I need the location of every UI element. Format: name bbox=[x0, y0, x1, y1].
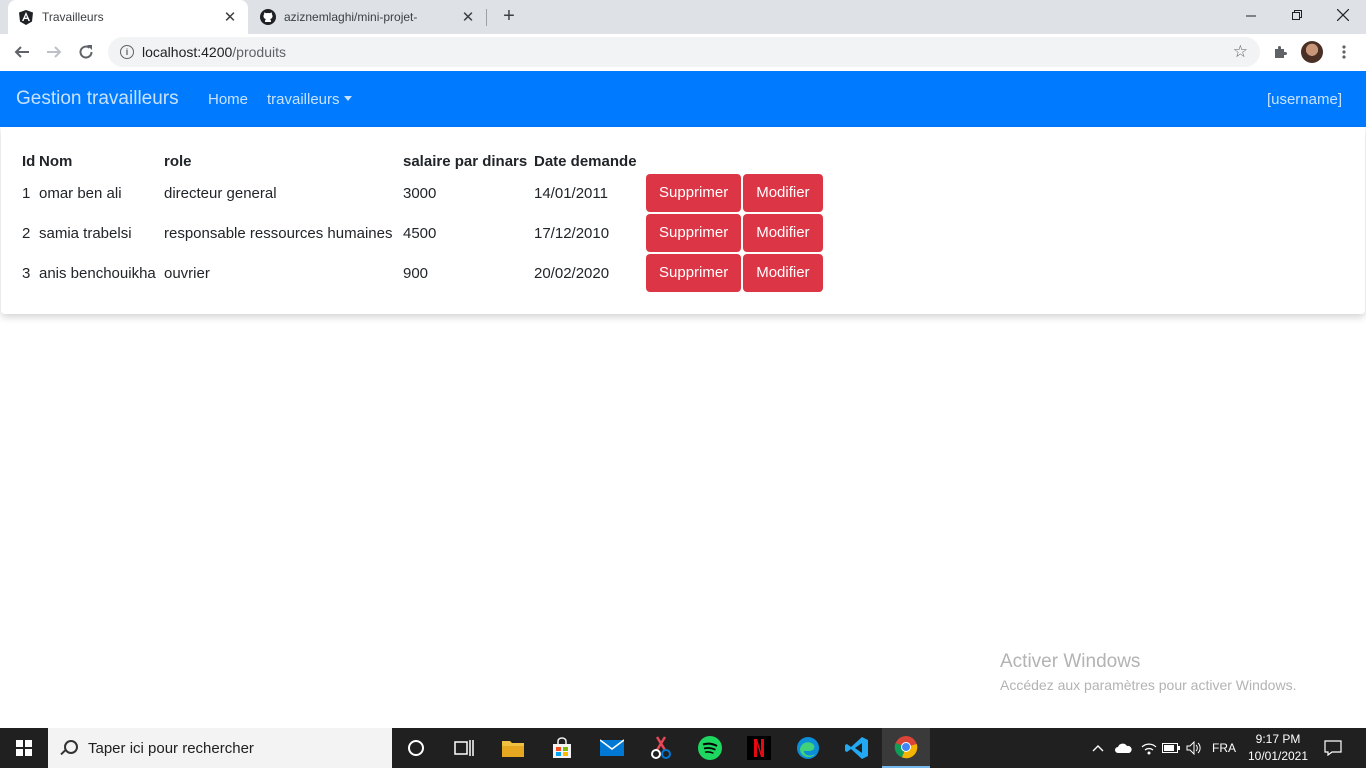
cell-date: 17/12/2010 bbox=[534, 224, 610, 242]
show-hidden-icons-icon[interactable] bbox=[1088, 728, 1108, 768]
close-tab-icon[interactable]: ✕ bbox=[460, 9, 476, 26]
cell-role: ouvrier bbox=[164, 264, 210, 282]
table-header-row: Id Nom role salaire par dinars Date dema… bbox=[22, 149, 825, 173]
search-icon bbox=[60, 740, 78, 756]
chrome-icon[interactable] bbox=[882, 728, 930, 768]
site-info-icon[interactable]: i bbox=[120, 45, 134, 59]
navbar-brand[interactable]: Gestion travailleurs bbox=[16, 88, 179, 110]
forward-icon[interactable] bbox=[40, 38, 68, 66]
snipping-tool-icon[interactable] bbox=[637, 728, 685, 768]
browser-toolbar: i localhost:4200/produits ☆ bbox=[0, 34, 1366, 71]
vscode-icon[interactable] bbox=[833, 728, 881, 768]
url-text: localhost:4200/produits bbox=[142, 44, 286, 60]
clock-date: 10/01/2021 bbox=[1247, 749, 1309, 763]
cell-role: responsable ressources humaines bbox=[164, 224, 393, 242]
restore-icon[interactable] bbox=[1274, 0, 1320, 30]
address-bar[interactable]: i localhost:4200/produits ☆ bbox=[108, 37, 1260, 67]
workers-table: Id Nom role salaire par dinars Date dema… bbox=[22, 149, 825, 293]
cell-date: 20/02/2020 bbox=[534, 264, 610, 282]
workers-card: Id Nom role salaire par dinars Date dema… bbox=[1, 127, 1365, 314]
cell-date: 14/01/2011 bbox=[534, 184, 608, 202]
cell-salaire: 3000 bbox=[403, 184, 437, 202]
onedrive-icon[interactable] bbox=[1112, 728, 1134, 768]
edit-button[interactable]: Modifier bbox=[743, 254, 823, 292]
edit-button[interactable]: Modifier bbox=[743, 214, 823, 252]
edge-icon[interactable] bbox=[784, 728, 832, 768]
extensions-icon[interactable] bbox=[1268, 40, 1292, 64]
table-row: 2 samia trabelsi responsable ressources … bbox=[22, 213, 825, 253]
cell-salaire: 900 bbox=[403, 264, 429, 282]
nav-home[interactable]: Home bbox=[208, 91, 248, 108]
delete-button[interactable]: Supprimer bbox=[646, 174, 742, 212]
username-link[interactable]: [username] bbox=[1267, 91, 1342, 108]
menu-kebab-icon[interactable] bbox=[1332, 40, 1356, 64]
delete-button[interactable]: Supprimer bbox=[646, 214, 742, 252]
cell-salaire: 4500 bbox=[403, 224, 437, 242]
windows-taskbar: Taper ici pour rechercher FRA 9:17 PM 10… bbox=[0, 728, 1366, 768]
activation-watermark-title: Activer Windows bbox=[1000, 651, 1141, 672]
cell-id: 3 bbox=[22, 264, 31, 282]
cell-id: 2 bbox=[22, 224, 31, 242]
cell-id: 1 bbox=[22, 184, 31, 202]
cell-nom: anis benchouikha bbox=[39, 264, 156, 282]
wifi-icon[interactable] bbox=[1138, 728, 1160, 768]
store-icon[interactable] bbox=[538, 728, 586, 768]
table-row: 3 anis benchouikha ouvrier 900 20/02/202… bbox=[22, 253, 825, 293]
github-icon bbox=[260, 9, 276, 25]
tab-travailleurs[interactable]: Travailleurs ✕ bbox=[8, 0, 248, 34]
header-id: Id bbox=[22, 152, 36, 170]
close-tab-icon[interactable]: ✕ bbox=[222, 9, 238, 26]
tab-title: aziznemlaghi/mini-projet- bbox=[284, 10, 418, 24]
taskbar-search[interactable]: Taper ici pour rechercher bbox=[48, 728, 392, 768]
task-view-icon[interactable] bbox=[440, 728, 488, 768]
spotify-icon[interactable] bbox=[686, 728, 734, 768]
header-role: role bbox=[164, 152, 192, 170]
cell-actions: Supprimer Modifier bbox=[646, 173, 825, 213]
cortana-icon[interactable] bbox=[392, 728, 440, 768]
new-tab-icon[interactable]: + bbox=[498, 5, 520, 27]
cell-actions: Supprimer Modifier bbox=[646, 253, 825, 293]
cell-nom: samia trabelsi bbox=[39, 224, 132, 242]
angular-icon bbox=[18, 9, 34, 25]
minimize-icon[interactable] bbox=[1228, 0, 1274, 30]
reload-icon[interactable] bbox=[72, 38, 100, 66]
app-navbar: Gestion travailleurs Home travailleurs [… bbox=[0, 71, 1366, 127]
mail-icon[interactable] bbox=[588, 728, 636, 768]
input-language[interactable]: FRA bbox=[1208, 728, 1240, 768]
cell-role: directeur general bbox=[164, 184, 277, 202]
header-nom: Nom bbox=[39, 152, 73, 170]
cell-nom: omar ben ali bbox=[39, 184, 122, 202]
dropdown-caret-icon bbox=[343, 96, 352, 101]
close-window-icon[interactable] bbox=[1320, 0, 1366, 30]
browser-tab-strip: Travailleurs ✕ aziznemlaghi/mini-projet-… bbox=[0, 0, 1366, 34]
cell-actions: Supprimer Modifier bbox=[646, 213, 825, 253]
clock-time: 9:17 PM bbox=[1255, 732, 1301, 746]
netflix-icon[interactable] bbox=[735, 728, 783, 768]
delete-button[interactable]: Supprimer bbox=[646, 254, 742, 292]
file-explorer-icon[interactable] bbox=[489, 728, 537, 768]
header-actions bbox=[646, 149, 825, 173]
tab-separator bbox=[486, 9, 487, 26]
tab-github[interactable]: aziznemlaghi/mini-projet- ✕ bbox=[250, 0, 486, 34]
edit-button[interactable]: Modifier bbox=[743, 174, 823, 212]
tab-title: Travailleurs bbox=[42, 10, 104, 24]
notifications-icon[interactable] bbox=[1320, 728, 1346, 768]
start-button[interactable] bbox=[0, 728, 48, 768]
activation-watermark-subtitle: Accédez aux paramètres pour activer Wind… bbox=[1000, 677, 1297, 693]
bookmark-star-icon[interactable]: ☆ bbox=[1233, 42, 1248, 62]
volume-icon[interactable] bbox=[1183, 728, 1205, 768]
system-clock[interactable]: 9:17 PM 10/01/2021 bbox=[1244, 731, 1312, 765]
table-row: 1 omar ben ali directeur general 3000 14… bbox=[22, 173, 825, 213]
back-icon[interactable] bbox=[8, 38, 36, 66]
header-date: Date demande bbox=[534, 152, 637, 170]
header-salaire: salaire par dinars bbox=[403, 152, 528, 170]
search-placeholder: Taper ici pour rechercher bbox=[88, 739, 254, 757]
profile-avatar[interactable] bbox=[1301, 41, 1323, 63]
nav-travailleurs-dropdown[interactable]: travailleurs bbox=[267, 91, 352, 108]
windows-logo-icon bbox=[16, 740, 32, 756]
battery-icon[interactable] bbox=[1160, 728, 1182, 768]
